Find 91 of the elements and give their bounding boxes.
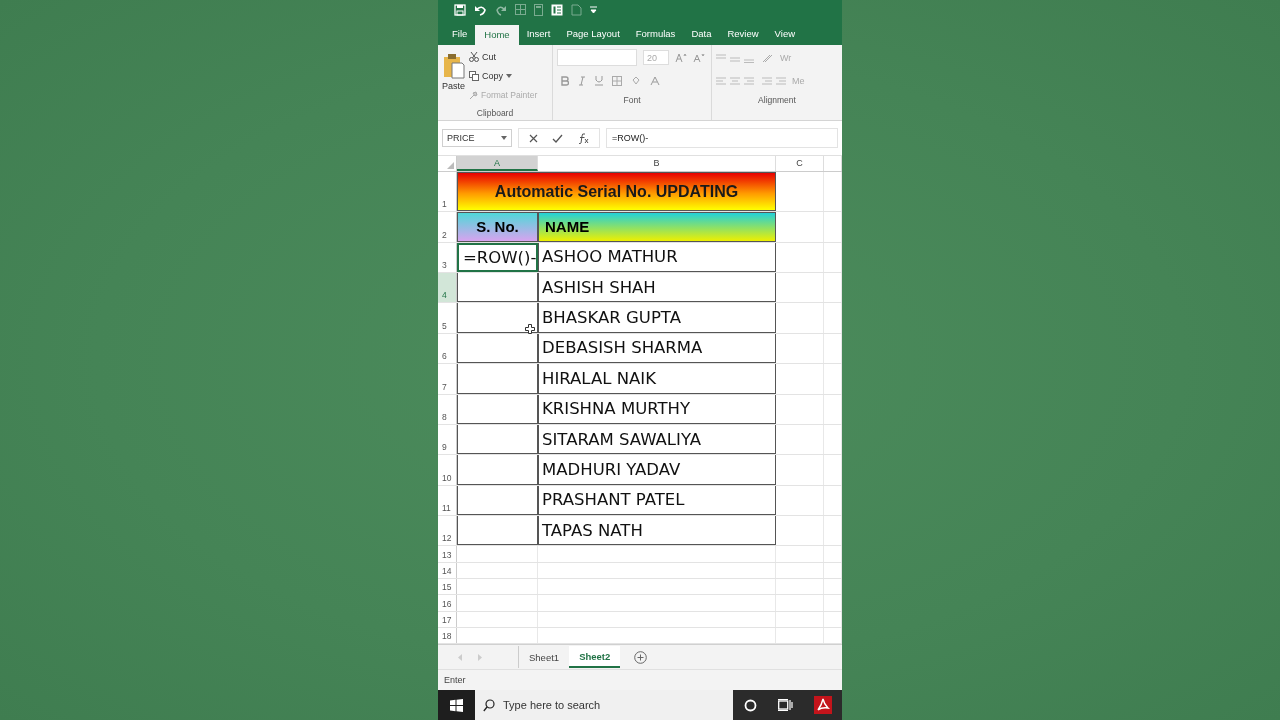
table-cell: KRISHNA MURTHY <box>538 394 776 424</box>
check-icon[interactable] <box>552 133 563 143</box>
windows-icon[interactable] <box>450 698 463 712</box>
customize-icon[interactable] <box>590 5 597 14</box>
paste-button[interactable]: Paste <box>442 48 465 109</box>
header-cell: NAME <box>538 212 776 242</box>
table-cell: MADHURI YADAV <box>538 455 776 485</box>
column-header[interactable]: C <box>776 156 824 172</box>
row-header[interactable]: 8 <box>438 394 457 424</box>
font-color-icon[interactable] <box>650 75 660 86</box>
row-header[interactable]: 14 <box>438 562 457 579</box>
ribbon-tab[interactable]: Page Layout <box>558 23 628 44</box>
paste-label: Paste <box>442 80 465 91</box>
group-label: Font <box>622 94 642 105</box>
grow-font-icon[interactable] <box>675 52 687 63</box>
ribbon-tab[interactable]: Home <box>475 24 519 45</box>
task-view-icon[interactable] <box>777 699 793 711</box>
indent-icon[interactable] <box>762 75 786 86</box>
formula-field[interactable]: =ROW()- <box>606 128 838 149</box>
name-box[interactable]: PRICE <box>442 129 512 148</box>
caret-icon <box>501 136 507 141</box>
align-top-icon[interactable] <box>716 52 756 63</box>
scroll-right-icon[interactable] <box>477 653 482 661</box>
table-cell: HIRALAL NAIK <box>538 364 776 394</box>
copy-icon <box>469 71 479 82</box>
search-icon <box>483 698 495 712</box>
italic-icon[interactable] <box>578 75 586 86</box>
ribbon-tab[interactable]: Review <box>719 23 767 44</box>
row-header[interactable]: 9 <box>438 424 457 455</box>
orientation-icon[interactable] <box>762 52 774 63</box>
column-header[interactable]: B <box>538 156 776 172</box>
font-name-field[interactable] <box>557 49 637 67</box>
row-header[interactable]: 15 <box>438 579 457 595</box>
header-cell: S. No. <box>457 212 538 242</box>
row-header[interactable]: 7 <box>438 364 457 394</box>
status-text: Enter <box>444 675 466 686</box>
row-header[interactable]: 12 <box>438 516 457 546</box>
formula-cell: =ROW()- <box>457 242 538 272</box>
align-text-icon[interactable] <box>716 75 756 86</box>
taskbar-search-field[interactable]: Type here to search <box>475 690 733 720</box>
row-header[interactable]: 10 <box>438 455 457 485</box>
ribbon-tab[interactable]: Insert <box>518 23 559 44</box>
table-cell: ASHISH SHAH <box>538 272 776 303</box>
sheet-tab[interactable]: Sheet1 <box>519 646 570 669</box>
cursor-icon <box>525 324 535 335</box>
title-cell: Automatic Serial No. UPDATING <box>457 172 776 212</box>
cut-button[interactable]: Cut <box>469 48 538 66</box>
ribbon-tab[interactable]: File <box>444 23 476 44</box>
form-icon[interactable] <box>551 3 563 16</box>
function-icon[interactable] <box>577 132 589 144</box>
save-icon[interactable] <box>454 3 466 16</box>
ribbon-tab[interactable]: Data <box>683 23 720 44</box>
ribbon-tab[interactable]: Formulas <box>627 23 684 44</box>
scissors-icon <box>469 52 479 63</box>
scroll-left-icon[interactable] <box>458 653 463 661</box>
clipboard-icon <box>442 52 465 79</box>
table-cell: PRASHANT PATEL <box>538 485 776 516</box>
table-cell: SITARAM SAWALIYA <box>538 424 776 455</box>
table-cell: BHASKAR GUPTA <box>538 303 776 333</box>
cancel-icon[interactable] <box>529 133 538 143</box>
calculator-icon[interactable] <box>534 3 543 16</box>
select-all-icon[interactable] <box>447 162 454 170</box>
document-icon[interactable] <box>571 3 582 16</box>
underline-icon[interactable] <box>595 75 603 87</box>
group-label: Alignment <box>757 94 797 105</box>
row-header[interactable]: 11 <box>438 485 457 516</box>
copy-button[interactable]: Copy <box>469 67 538 85</box>
undo-icon[interactable] <box>474 3 487 16</box>
row-header[interactable]: 3 <box>438 242 457 272</box>
cortana-icon[interactable] <box>743 698 757 712</box>
row-header[interactable]: 6 <box>438 333 457 364</box>
table-icon[interactable] <box>515 4 526 16</box>
borders-icon[interactable] <box>612 75 622 86</box>
row-header[interactable]: 17 <box>438 611 457 627</box>
table-cell: TAPAS NATH <box>538 516 776 546</box>
shrink-font-icon[interactable] <box>693 52 705 63</box>
row-header[interactable]: 16 <box>438 595 457 611</box>
ribbon-tab[interactable]: View <box>766 23 804 44</box>
sheet-tab[interactable]: Sheet2 <box>569 646 621 669</box>
caret-icon <box>506 74 513 79</box>
column-header[interactable]: A <box>457 156 538 172</box>
table-cell: DEBASISH SHARMA <box>538 333 776 364</box>
table-cell: ASHOO MATHUR <box>538 242 776 272</box>
bold-icon[interactable] <box>561 75 569 86</box>
pdf-app-icon[interactable] <box>813 696 832 714</box>
group-label: Clipboard <box>475 108 515 119</box>
row-header[interactable]: 4 <box>438 272 457 303</box>
row-header[interactable]: 5 <box>438 303 457 333</box>
row-header[interactable]: 18 <box>438 627 457 644</box>
row-header[interactable]: 13 <box>438 546 457 562</box>
add-sheet-icon[interactable] <box>634 650 648 664</box>
